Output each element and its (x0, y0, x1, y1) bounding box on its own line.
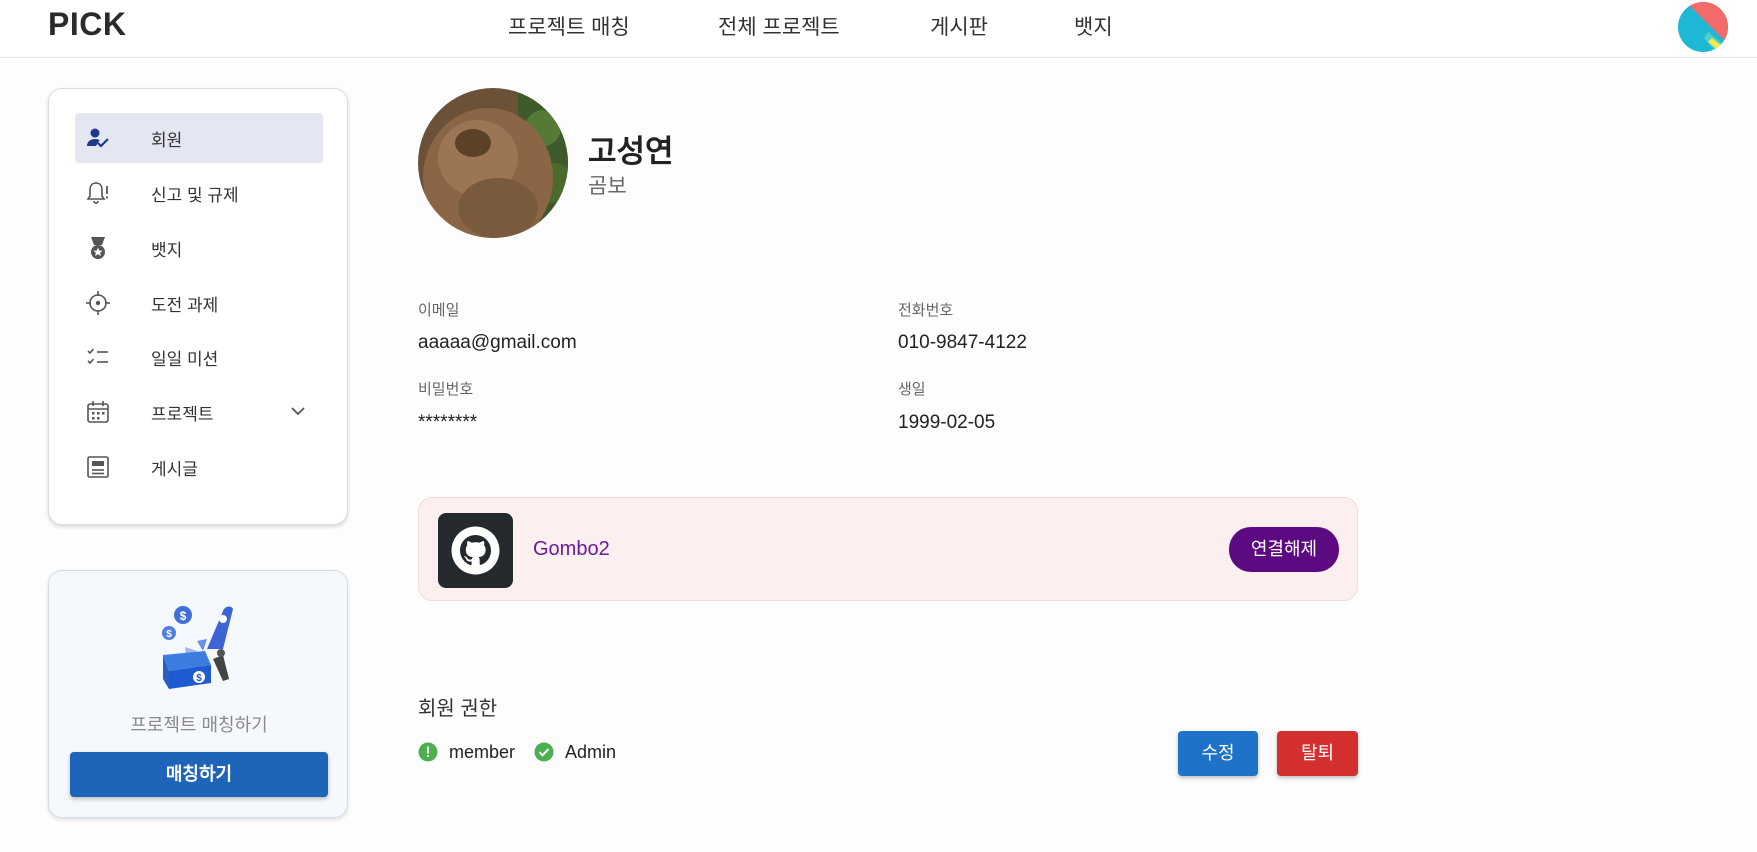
github-icon (438, 513, 513, 588)
role-label: member (449, 742, 516, 762)
profile-nickname: 곰보 (588, 175, 627, 198)
sidebar-item-label: 일일 미션 (151, 350, 219, 369)
svg-text:$: $ (180, 609, 187, 623)
check-circle-icon (534, 742, 554, 762)
birth-value: 1999-02-05 (898, 412, 996, 433)
sidebar-item-label: 신고 및 규제 (151, 186, 239, 205)
github-username[interactable]: Gombo2 (533, 538, 610, 561)
profile-photo (418, 88, 568, 238)
nav-project-matching[interactable]: 프로젝트 매칭 (508, 11, 630, 41)
svg-text:$: $ (166, 629, 172, 640)
user-avatar[interactable] (1678, 2, 1728, 52)
sidebar-item-members[interactable]: 회원 (75, 113, 323, 163)
sidebar-item-posts[interactable]: 게시글 (75, 442, 323, 492)
role-member[interactable]: member (418, 742, 528, 764)
sidebar-item-badges[interactable]: 뱃지 (75, 223, 323, 273)
sidebar-item-label: 게시글 (151, 460, 198, 479)
password-value: ******** (418, 412, 478, 433)
sidebar-item-challenges[interactable]: 도전 과제 (75, 278, 323, 328)
bell-alert-icon (86, 182, 109, 204)
nav-board[interactable]: 게시판 (930, 11, 988, 41)
profile-name: 고성연 (588, 134, 674, 169)
email-value: aaaaa@gmail.com (418, 332, 577, 353)
password-label: 비밀번호 (418, 381, 474, 398)
calendar-icon (87, 401, 109, 423)
medal-icon (91, 237, 105, 259)
role-label: Admin (565, 742, 617, 762)
svg-text:$: $ (196, 673, 202, 684)
site-logo[interactable]: PICK (48, 6, 126, 43)
sidebar-item-label: 도전 과제 (151, 296, 219, 315)
email-label: 이메일 (418, 302, 460, 319)
sidebar-item-label: 프로젝트 (151, 405, 214, 424)
role-admin[interactable]: Admin (534, 742, 644, 764)
disconnect-button[interactable]: 연결해제 (1229, 527, 1339, 572)
sidebar-item-label: 뱃지 (151, 241, 183, 260)
admin-sidebar: 회원 신고 및 규제 뱃지 도전 과제 일일 미션 프로젝트 게시글 (48, 88, 348, 525)
rocket-box-illustration: $ $ $ (162, 606, 233, 689)
user-check-icon (87, 128, 109, 148)
top-navigation-bar: PICK 프로젝트 매칭 전체 프로젝트 게시판 뱃지 (0, 0, 1757, 58)
matching-button[interactable]: 매칭하기 (70, 752, 328, 797)
github-connection-card: Gombo2 연결해제 (418, 497, 1358, 601)
sidebar-item-reports[interactable]: 신고 및 규제 (75, 168, 323, 218)
phone-label: 전화번호 (898, 302, 954, 319)
roles-title: 회원 권한 (418, 698, 498, 720)
checklist-icon (87, 348, 108, 365)
article-icon (87, 456, 109, 478)
sidebar-item-daily-missions[interactable]: 일일 미션 (75, 332, 323, 382)
warning-icon (418, 742, 438, 762)
withdraw-button[interactable]: 탈퇴 (1277, 731, 1358, 776)
nav-badge[interactable]: 뱃지 (1074, 11, 1113, 41)
birth-label: 생일 (898, 381, 926, 398)
nav-all-projects[interactable]: 전체 프로젝트 (718, 11, 840, 41)
project-matching-promo: $ $ $ 프로젝트 매칭하기 매칭하기 (48, 570, 348, 818)
crosshair-icon (86, 291, 110, 315)
chevron-down-icon[interactable] (287, 400, 309, 422)
sidebar-item-label: 회원 (151, 131, 183, 150)
promo-text: 프로젝트 매칭하기 (130, 715, 268, 735)
sidebar-item-projects[interactable]: 프로젝트 (75, 387, 323, 437)
phone-value: 010-9847-4122 (898, 332, 1027, 353)
edit-button[interactable]: 수정 (1178, 731, 1258, 776)
